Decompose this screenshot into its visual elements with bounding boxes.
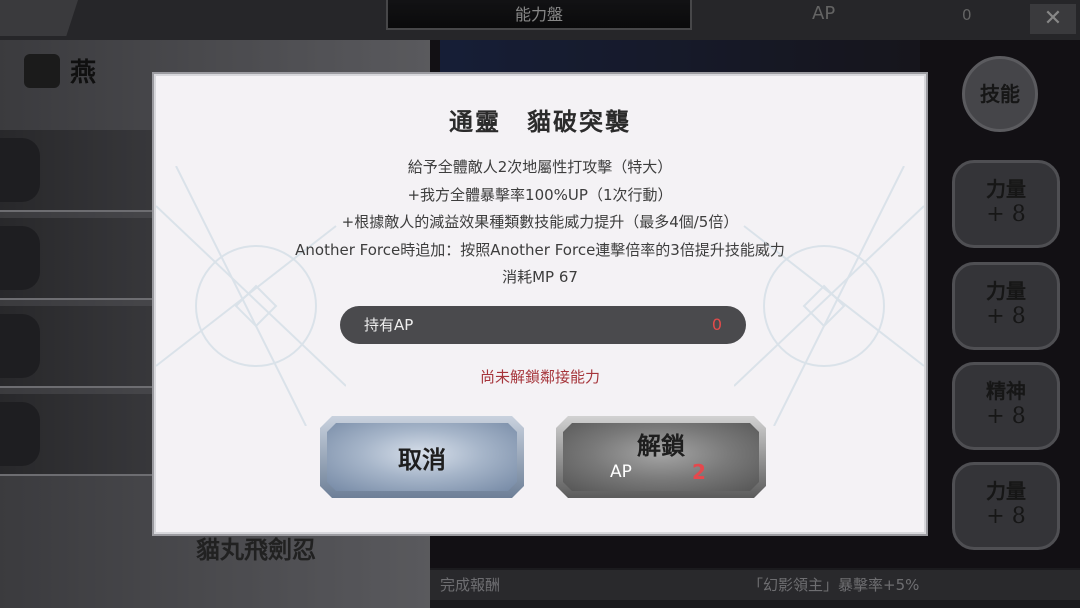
dialog-title: 通靈 貓破突襲 xyxy=(449,107,631,136)
unlock-button[interactable]: 解鎖 AP 2 xyxy=(556,416,766,498)
ability-unlock-dialog: 通靈 貓破突襲 給予全體敵人2次地屬性打攻擊（特大） +我方全體暴擊率100%U… xyxy=(154,74,926,534)
mp-cost: 消耗MP 67 xyxy=(502,268,578,286)
description-line: +根據敵人的減益效果種類數技能威力提升（最多4個/5倍） xyxy=(341,213,739,231)
held-ap-label: 持有AP xyxy=(364,316,414,334)
unlock-cost-value: 2 xyxy=(692,460,706,484)
held-ap-bar: 持有AP 0 xyxy=(340,306,746,344)
cancel-button-label: 取消 xyxy=(398,445,446,474)
description-line: +我方全體暴擊率100%UP（1次行動） xyxy=(407,185,673,204)
unlock-warning: 尚未解鎖鄰接能力 xyxy=(479,368,600,386)
description-line: Another Force時追加：按照Another Force連擊倍率的3倍提… xyxy=(295,240,785,259)
cancel-button[interactable]: 取消 xyxy=(320,416,524,498)
unlock-cost-label: AP xyxy=(610,462,632,482)
description-line: 給予全體敵人2次地屬性打攻擊（特大） xyxy=(407,158,673,176)
skill-description: 給予全體敵人2次地屬性打攻擊（特大） +我方全體暴擊率100%UP（1次行動） … xyxy=(156,154,924,292)
unlock-button-label: 解鎖 xyxy=(637,431,685,460)
held-ap-value: 0 xyxy=(711,315,722,334)
